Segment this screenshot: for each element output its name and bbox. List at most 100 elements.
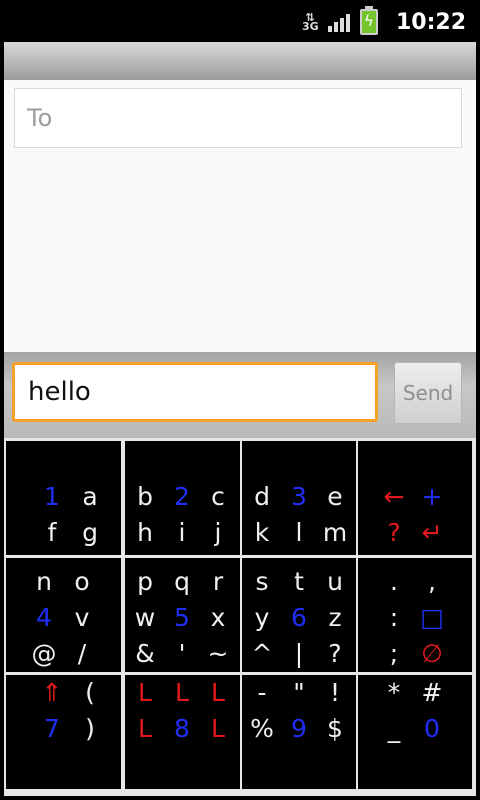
keyboard-key-r1-c2[interactable]: s t u y 6 z ^ |?: [242, 558, 356, 672]
keyboard-key-label: $: [327, 714, 343, 743]
keyboard-key-r1-c1[interactable]: p q r w 5 x & ' ~: [125, 558, 240, 672]
keyboard-key-labels: ← +? ↵: [358, 441, 472, 555]
message-input-container: [12, 362, 378, 422]
keyboard-key-r0-c2[interactable]: d3e klm: [242, 441, 356, 555]
keyboard-key-labels: s t u y 6 z ^ |?: [242, 558, 356, 672]
title-bar: [4, 42, 476, 80]
keyboard-key-label: l: [295, 518, 303, 547]
keyboard-key-r2-c1[interactable]: LLLL8L: [125, 675, 240, 789]
keyboard-key-label: □: [420, 603, 444, 632]
network-type-label: 3G: [301, 20, 319, 33]
keyboard-key-label: ?: [387, 518, 401, 547]
keyboard-key-label: w: [134, 603, 156, 632]
keyboard-key-label: m: [322, 518, 348, 547]
keyboard-key-label: 6: [291, 603, 307, 632]
keyboard-key-label: 4: [36, 603, 52, 632]
status-clock: 10:22: [395, 9, 466, 35]
signal-strength-icon: [327, 12, 350, 32]
keyboard-key-labels: n o 4 v @ /: [6, 558, 121, 672]
to-field-container: [14, 88, 462, 148]
keyboard-key-label: ): [85, 714, 95, 743]
keyboard-key-label: 0: [424, 714, 440, 743]
keyboard-key-label: ⇑: [41, 678, 63, 707]
keyboard-key-label: |: [294, 639, 304, 668]
keyboard-key-label: #: [421, 678, 443, 707]
keyboard-key-label: z: [328, 603, 342, 632]
keyboard-key-label: -: [257, 678, 267, 707]
keyboard-key-label: ,: [428, 567, 436, 596]
keyboard-key-label: r: [212, 567, 224, 596]
keyboard-key-label: ←: [383, 482, 405, 511]
send-button[interactable]: Send: [394, 362, 462, 424]
keyboard-key-label: 9: [291, 714, 307, 743]
keyboard-key-label: c: [211, 482, 225, 511]
keyboard-key-labels: b2c hij: [125, 441, 240, 555]
keyboard-key-labels: LLLL8L: [125, 675, 240, 789]
keyboard-key-labels: p q r w 5 x & ' ~: [125, 558, 240, 672]
t9-keyboard: 1 a f g b 2 c h i j d 3 e k l m ← +? ↵ n o 4 v @ / p q r w 5 x & ' ~ s t u y 6…: [4, 438, 476, 796]
keyboard-key-label: 8: [174, 714, 190, 743]
keyboard-key-r0-c0[interactable]: 1afg: [6, 441, 121, 555]
keyboard-key-label: ^: [251, 639, 273, 668]
keyboard-key-label: i: [178, 518, 186, 547]
keyboard-key-label: L: [211, 678, 225, 707]
status-icons: ⇅ 3G ϟ 10:22: [301, 6, 466, 36]
keyboard-key-r1-c3[interactable]: .,: □; ∅: [358, 558, 472, 672]
keyboard-key-label: p: [137, 567, 153, 596]
keyboard-key-r0-c1[interactable]: b2c hij: [125, 441, 240, 555]
keyboard-key-label: y: [254, 603, 270, 632]
to-recipient-input[interactable]: [15, 89, 461, 147]
keyboard-key-label: j: [214, 518, 222, 547]
keyboard-key-label: (: [85, 678, 95, 707]
keyboard-key-label: s: [255, 567, 269, 596]
keyboard-key-label: 2: [174, 482, 190, 511]
keyboard-key-label: x: [210, 603, 226, 632]
compose-area: [4, 80, 476, 352]
keyboard-key-label: a: [82, 482, 98, 511]
keyboard-key-label: n: [36, 567, 52, 596]
keyboard-key-label: ': [178, 639, 186, 668]
keyboard-key-label: ": [293, 678, 305, 707]
keyboard-key-r0-c3[interactable]: ← +? ↵: [358, 441, 472, 555]
network-3g-icon: ⇅ 3G: [301, 11, 319, 33]
keyboard-key-label: ∅: [421, 639, 443, 668]
keyboard-key-label: k: [254, 518, 270, 547]
keyboard-key-label: e: [327, 482, 343, 511]
keyboard-key-label: :: [389, 603, 399, 632]
keyboard-key-r1-c0[interactable]: n o 4 v @ /: [6, 558, 121, 672]
keyboard-key-label: 1: [44, 482, 60, 511]
keyboard-key-label: ~: [207, 639, 229, 668]
keyboard-key-label: v: [74, 603, 90, 632]
keyboard-key-labels: - "!% 9 $: [242, 675, 356, 789]
keyboard-key-label: f: [47, 518, 57, 547]
keyboard-key-labels: ⇑ (7): [6, 675, 121, 789]
keyboard-key-labels: d3e klm: [242, 441, 356, 555]
keyboard-key-label: L: [175, 678, 189, 707]
keyboard-key-label: ;: [389, 639, 399, 668]
keyboard-key-r2-c0[interactable]: ⇑ (7): [6, 675, 121, 789]
keyboard-key-label: 3: [291, 482, 307, 511]
keyboard-key-label: d: [254, 482, 270, 511]
keyboard-key-label: q: [174, 567, 190, 596]
keyboard-key-label: ↵: [421, 518, 443, 547]
keyboard-key-label: /: [77, 639, 87, 668]
battery-charging-icon: ϟ: [359, 6, 378, 35]
keyboard-key-label: g: [82, 518, 98, 547]
keyboard-key-label: 7: [44, 714, 60, 743]
keyboard-key-label: L: [211, 714, 225, 743]
keyboard-key-label: h: [137, 518, 153, 547]
keyboard-key-r2-c2[interactable]: - "!% 9 $: [242, 675, 356, 789]
keyboard-key-label: t: [294, 567, 304, 596]
keyboard-key-label: 5: [174, 603, 190, 632]
keyboard-key-label: u: [327, 567, 343, 596]
keyboard-key-label: L: [138, 714, 152, 743]
message-input[interactable]: [15, 365, 375, 419]
message-bar: Send: [4, 352, 476, 438]
keyboard-key-label: _: [387, 714, 401, 743]
keyboard-key-label: ?: [328, 639, 342, 668]
keyboard-key-label: @: [31, 639, 57, 668]
status-bar: ⇅ 3G ϟ 10:22: [0, 0, 480, 42]
keyboard-key-label: &: [135, 639, 155, 668]
keyboard-key-label: b: [137, 482, 153, 511]
keyboard-key-r2-c3[interactable]: * # _ 0: [358, 675, 472, 789]
